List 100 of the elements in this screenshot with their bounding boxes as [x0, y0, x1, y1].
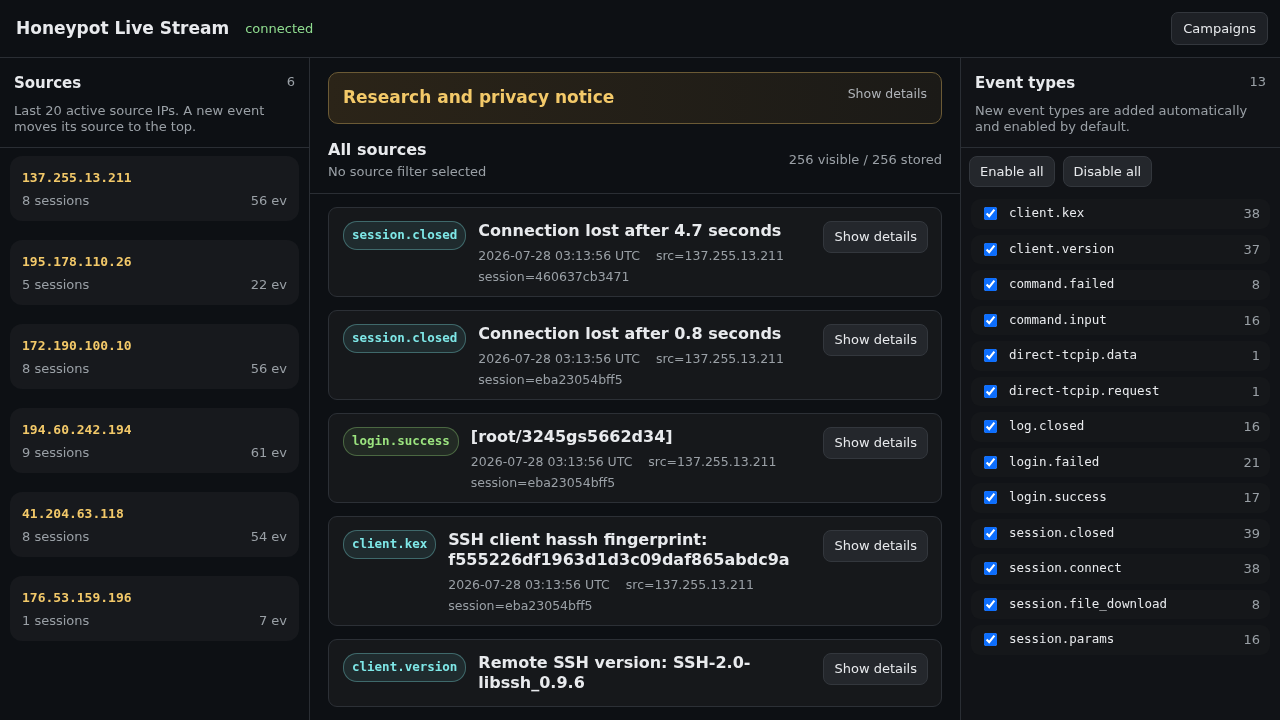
event-type-name: direct-tcpip.request	[1009, 381, 1160, 400]
event-count: 22 ev	[250, 276, 287, 294]
disable-all-button[interactable]: Disable all	[1062, 155, 1153, 187]
session-count: 5 sessions	[22, 276, 90, 294]
panel-title: Sources	[14, 73, 82, 94]
event-type-count: 37	[1243, 240, 1260, 259]
event-count: 256 visible / 256 stored	[788, 150, 942, 169]
source-card[interactable]: 137.255.13.211 8 sessions 56 ev	[10, 155, 299, 221]
show-details-button[interactable]: Show details	[823, 427, 928, 459]
event-type-name: client.version	[1009, 239, 1115, 258]
event-session: session=eba23054bff5	[448, 598, 593, 613]
event-type-name: session.file_download	[1009, 594, 1168, 613]
show-details-button[interactable]: Show details	[823, 653, 928, 685]
event-type-name: login.success	[1009, 488, 1107, 507]
event-type-checkbox[interactable]	[984, 313, 997, 327]
session-count: 8 sessions	[22, 528, 90, 546]
source-ip: 41.204.63.118	[22, 504, 125, 523]
source-ip: 176.53.159.196	[22, 588, 133, 607]
event-count: 7 ev	[258, 612, 287, 630]
event-type-count: 1	[1251, 382, 1260, 401]
event-type-count: 16	[1243, 418, 1260, 436]
session-count: 1 sessions	[22, 612, 90, 630]
event-type-checkbox[interactable]	[984, 491, 997, 505]
event-type-tag: session.closed	[343, 221, 467, 250]
session-count: 8 sessions	[22, 360, 90, 378]
event-type-checkbox[interactable]	[984, 597, 997, 611]
session-count: 8 sessions	[22, 192, 90, 210]
event-type-count: 38	[1243, 205, 1260, 223]
event-title: Connection lost after 4.7 seconds	[478, 221, 783, 241]
event-type-checkbox[interactable]	[984, 455, 997, 469]
show-details-button[interactable]: Show details	[823, 221, 928, 253]
event-type-tag: session.closed	[343, 324, 467, 353]
event-type-name: login.failed	[1009, 452, 1100, 471]
event-count: 54 ev	[250, 528, 287, 546]
event-type-count: 38	[1243, 560, 1260, 578]
event-session: session=460637cb3471	[478, 269, 630, 284]
source-card[interactable]: 176.53.159.196 1 sessions 7 ev	[10, 575, 299, 641]
panel-description: New event types are added automatically and enabled by default.	[975, 102, 1249, 135]
event-type-name: command.failed	[1009, 275, 1115, 294]
show-details-link[interactable]: Show details	[847, 85, 927, 104]
event-type-count: 16	[1243, 631, 1260, 649]
event-type-count: 1	[1251, 347, 1260, 365]
event-type-count: 16	[1243, 311, 1260, 330]
event-source: src=137.255.13.211	[648, 453, 777, 471]
event-type-checkbox[interactable]	[984, 384, 997, 398]
event-type-name: log.closed	[1009, 417, 1085, 436]
event-title: SSH client hassh fingerprint: f555226df1963d1d3c09daf865abdc9a	[448, 530, 791, 570]
event-type-tag: client.version	[343, 653, 467, 682]
source-ip: 194.60.242.194	[22, 420, 133, 439]
event-type-tag: client.kex	[343, 530, 437, 559]
event-type-count: 8	[1251, 595, 1260, 614]
campaigns-button[interactable]: Campaigns	[1171, 11, 1268, 46]
event-type-checkbox[interactable]	[984, 207, 997, 221]
show-details-button[interactable]: Show details	[823, 530, 928, 562]
event-type-checkbox[interactable]	[984, 562, 997, 576]
event-title: Remote SSH version: SSH-2.0-libssh_0.9.6	[478, 653, 752, 693]
event-type-tag: login.success	[343, 427, 459, 456]
event-type-checkbox[interactable]	[984, 526, 997, 540]
event-type-name: session.connect	[1009, 559, 1122, 578]
feed-title: All sources	[328, 138, 428, 161]
event-type-count: 39	[1243, 524, 1260, 543]
event-type-name: direct-tcpip.data	[1009, 346, 1137, 365]
event-title: Connection lost after 0.8 seconds	[478, 324, 783, 344]
source-ip: 172.190.100.10	[22, 336, 133, 355]
panel-title: Event types	[975, 73, 1076, 94]
event-time: 2026-07-28 03:13:56 UTC	[478, 247, 640, 265]
type-count: 13	[1249, 73, 1266, 91]
feed-subtitle: No source filter selected	[328, 162, 487, 181]
event-source: src=137.255.13.211	[655, 247, 784, 265]
source-card[interactable]: 41.204.63.118 8 sessions 54 ev	[10, 491, 299, 557]
show-details-button[interactable]: Show details	[823, 324, 928, 356]
event-count: 56 ev	[250, 360, 287, 378]
notice-title: Research and privacy notice	[343, 86, 615, 109]
source-count: 6	[286, 73, 295, 91]
connection-status: connected	[245, 19, 314, 38]
panel-description: Last 20 active source IPs. A new event moves its source to the top.	[14, 102, 266, 135]
event-type-checkbox[interactable]	[984, 349, 997, 363]
event-session: session=eba23054bff5	[478, 372, 623, 387]
event-type-name: client.kex	[1009, 204, 1085, 223]
source-card[interactable]: 195.178.110.26 5 sessions 22 ev	[10, 239, 299, 305]
event-count: 61 ev	[250, 444, 287, 462]
event-type-name: command.input	[1009, 310, 1107, 329]
event-source: src=137.255.13.211	[655, 350, 784, 368]
event-time: 2026-07-28 03:13:56 UTC	[448, 576, 610, 594]
source-ip: 195.178.110.26	[22, 252, 133, 271]
enable-all-button[interactable]: Enable all	[969, 155, 1055, 187]
event-type-checkbox[interactable]	[984, 242, 997, 256]
event-type-name: session.closed	[1009, 523, 1115, 542]
session-count: 9 sessions	[22, 444, 90, 462]
event-time: 2026-07-28 03:13:56 UTC	[470, 453, 633, 471]
event-type-checkbox[interactable]	[984, 420, 997, 434]
event-type-checkbox[interactable]	[984, 278, 997, 292]
event-type-checkbox[interactable]	[984, 633, 997, 647]
event-title: [root/3245gs5662d34]	[470, 427, 674, 447]
event-time: 2026-07-28 03:13:56 UTC	[478, 350, 640, 368]
event-type-count: 21	[1243, 453, 1260, 472]
source-ip: 137.255.13.211	[22, 168, 133, 187]
source-card[interactable]: 194.60.242.194 9 sessions 61 ev	[10, 407, 299, 473]
app-title: Honeypot Live Stream	[16, 16, 230, 40]
source-card[interactable]: 172.190.100.10 8 sessions 56 ev	[10, 323, 299, 389]
